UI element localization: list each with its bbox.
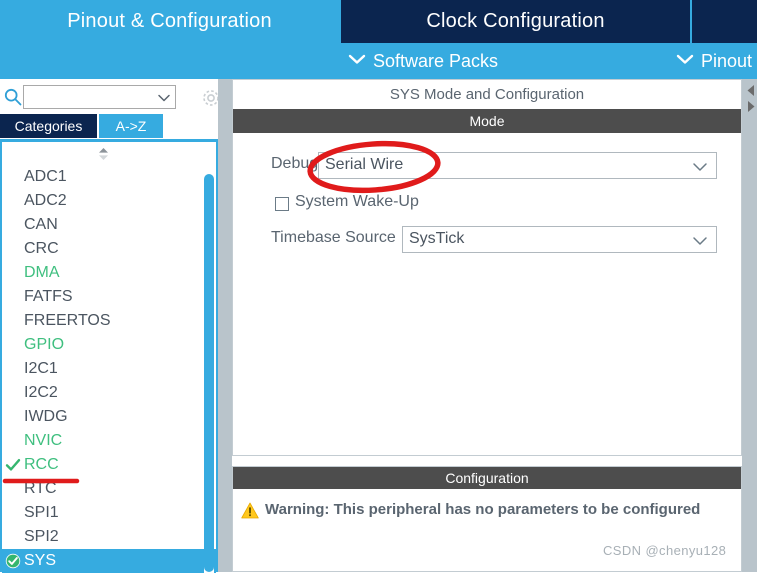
search-input[interactable] xyxy=(26,87,158,109)
sidebar-item-label: DMA xyxy=(24,264,60,281)
sidebar-item-label: SYS xyxy=(24,552,57,569)
sidebar-item-label: IWDG xyxy=(24,408,68,425)
menu-pinout-label: Pinout xyxy=(701,51,753,71)
debug-row: Debug Serial Wire xyxy=(233,152,741,179)
sidebar-item-i2c2[interactable]: I2C2 xyxy=(2,381,216,405)
debug-mode-select[interactable]: Serial Wire xyxy=(318,152,717,179)
scroll-left-arrow-icon[interactable] xyxy=(745,84,757,97)
peripheral-list-box: ADC1 ADC2 CAN CRC DMA FATFS FREERTOS GPIO I2C1 I2… xyxy=(0,139,218,573)
sidebar-item-can[interactable]: CAN xyxy=(2,213,216,237)
chevron-down-icon xyxy=(676,53,694,65)
sidebar-item-label: ADC2 xyxy=(24,192,67,209)
sidebar-item-label: CAN xyxy=(24,216,58,233)
chevron-down-icon[interactable] xyxy=(157,91,171,105)
sidebar-item-sys[interactable]: SYS xyxy=(2,549,216,573)
sidebar-item-label: GPIO xyxy=(24,336,65,353)
sidebar-item-spi2[interactable]: SPI2 xyxy=(2,525,216,549)
list-scrollbar-thumb[interactable] xyxy=(204,174,214,572)
category-tab-group: Categories A->Z xyxy=(0,114,218,138)
sidebar-item-fatfs[interactable]: FATFS xyxy=(2,285,216,309)
system-wakeup-label[interactable]: System Wake-Up xyxy=(295,193,419,211)
configuration-panel: Configuration Warning: This peripheral h… xyxy=(232,466,742,572)
sidebar-item-label: SPI1 xyxy=(24,504,59,521)
menu-pinout[interactable]: Pinout xyxy=(676,43,752,79)
mode-panel: SYS Mode and Configuration Mode Debug Se… xyxy=(232,79,742,456)
sidebar-item-label: FATFS xyxy=(24,288,73,305)
search-row xyxy=(0,81,219,113)
sidebar-item-label: RCC xyxy=(24,456,59,473)
tab-clock-configuration[interactable]: Clock Configuration xyxy=(341,0,690,43)
sidebar-item-label: SPI2 xyxy=(24,528,59,545)
menu-software-packs[interactable]: Software Packs xyxy=(348,43,498,79)
system-wakeup-checkbox[interactable] xyxy=(275,197,289,211)
peripheral-sidebar: Categories A->Z ADC1 ADC2 CAN CRC DMA FATFS FR… xyxy=(0,79,219,573)
warning-message: Warning: This peripheral has no paramete… xyxy=(265,501,701,518)
page-title: SYS Mode and Configuration xyxy=(233,80,741,109)
mode-section-header: Mode xyxy=(233,109,741,133)
panel-divider xyxy=(218,79,232,572)
sidebar-item-spi1[interactable]: SPI1 xyxy=(2,501,216,525)
system-wakeup-row: System Wake-Up xyxy=(233,193,741,217)
sidebar-item-rcc[interactable]: RCC xyxy=(2,453,216,477)
debug-label: Debug xyxy=(271,155,319,172)
sidebar-item-label: I2C2 xyxy=(24,384,58,401)
check-circle-icon xyxy=(5,553,21,569)
sidebar-item-freertos[interactable]: FREERTOS xyxy=(2,309,216,333)
main-configuration-panel: SYS Mode and Configuration Mode Debug Se… xyxy=(232,79,742,572)
sidebar-item-label: RTC xyxy=(24,480,57,497)
peripheral-list: ADC1 ADC2 CAN CRC DMA FATFS FREERTOS GPIO I2C1 I2… xyxy=(2,165,216,573)
sidebar-item-adc1[interactable]: ADC1 xyxy=(2,165,216,189)
sidebar-item-label: I2C1 xyxy=(24,360,58,377)
timebase-source-select[interactable]: SysTick xyxy=(402,226,717,253)
timebase-label: Timebase Source xyxy=(271,229,396,246)
sidebar-item-label: FREERTOS xyxy=(24,312,111,329)
sort-updown-icon[interactable] xyxy=(97,147,110,161)
sub-menu-bar: Software Packs Pinout xyxy=(0,43,757,79)
chevron-down-icon xyxy=(348,53,366,65)
search-box[interactable] xyxy=(23,85,176,109)
sidebar-item-nvic[interactable]: NVIC xyxy=(2,429,216,453)
sidebar-item-gpio[interactable]: GPIO xyxy=(2,333,216,357)
configuration-section-header: Configuration xyxy=(233,467,741,489)
tab-a-to-z[interactable]: A->Z xyxy=(99,114,163,138)
chevron-down-icon[interactable] xyxy=(692,234,708,246)
warning-triangle-icon xyxy=(241,502,259,519)
sidebar-item-i2c1[interactable]: I2C1 xyxy=(2,357,216,381)
sidebar-item-label: CRC xyxy=(24,240,59,257)
timebase-source-value: SysTick xyxy=(409,230,465,247)
sidebar-item-crc[interactable]: CRC xyxy=(2,237,216,261)
sidebar-item-rtc[interactable]: RTC xyxy=(2,477,216,501)
menu-software-packs-label: Software Packs xyxy=(373,51,499,71)
check-icon xyxy=(5,457,21,473)
debug-mode-value: Serial Wire xyxy=(325,156,404,173)
search-icon xyxy=(3,87,23,107)
tab-pinout-and-configuration[interactable]: Pinout & Configuration xyxy=(0,0,339,43)
chevron-down-icon[interactable] xyxy=(692,160,708,172)
right-scroll-strip xyxy=(742,79,757,572)
sidebar-item-label: NVIC xyxy=(24,432,63,449)
timebase-row: Timebase Source SysTick xyxy=(233,226,741,253)
warning-row: Warning: This peripheral has no paramete… xyxy=(233,501,741,523)
tab-third-partial[interactable] xyxy=(692,0,757,43)
scroll-right-arrow-icon[interactable] xyxy=(745,100,757,113)
watermark: CSDN @chenyu128 xyxy=(603,543,727,558)
sidebar-item-dma[interactable]: DMA xyxy=(2,261,216,285)
sidebar-item-adc2[interactable]: ADC2 xyxy=(2,189,216,213)
tab-bar: Pinout & Configuration Clock Configurati… xyxy=(0,0,757,43)
sidebar-item-iwdg[interactable]: IWDG xyxy=(2,405,216,429)
tab-categories[interactable]: Categories xyxy=(0,114,97,138)
sidebar-item-label: ADC1 xyxy=(24,168,67,185)
